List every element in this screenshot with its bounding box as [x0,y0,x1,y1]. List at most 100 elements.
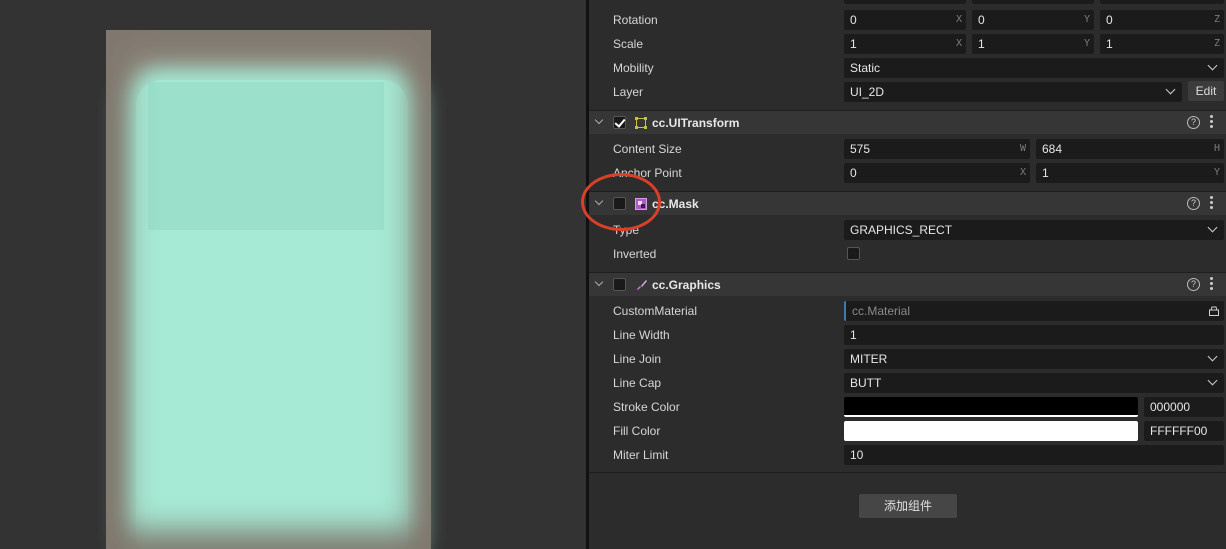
preview-vignette [106,30,431,549]
axis-y-label: Y [1083,14,1090,25]
graphics-enabled-checkbox[interactable] [613,278,626,291]
line-cap-value: BUTT [850,376,882,390]
line-join-row: Line Join MITER [589,347,1226,371]
help-icon[interactable]: ? [1187,278,1200,291]
line-cap-select[interactable]: BUTT [844,373,1224,393]
more-options-icon[interactable] [1210,277,1213,291]
line-width-row: Line Width 1 [589,323,1226,347]
rotation-z-value: 0 [1106,13,1113,27]
anchor-x-value: 0 [850,166,857,180]
rotation-x-field[interactable]: 0 X [844,10,966,30]
axis-w-label: W [1019,143,1026,154]
help-icon[interactable]: ? [1187,116,1200,129]
graphics-header[interactable]: cc.Graphics ? [589,272,1226,296]
inverted-label: Inverted [613,247,657,261]
rotation-y-value: 0 [978,13,985,27]
fill-color-swatch[interactable] [844,421,1138,441]
stroke-color-hex-field[interactable]: 000000 [1144,397,1224,417]
graphics-title: cc.Graphics [652,278,721,292]
axis-y-label: Y [1213,167,1220,178]
mobility-label: Mobility [613,61,654,75]
content-size-w-value: 575 [850,142,871,156]
mask-type-row: Type GRAPHICS_RECT [589,218,1226,242]
rotation-row: Rotation 0 X 0 Y 0 Z [589,8,1226,32]
position-row [589,0,1226,6]
fill-color-label: Fill Color [613,424,661,438]
miter-limit-field[interactable]: 10 [844,445,1224,465]
scale-label: Scale [613,37,644,51]
stroke-color-row: Stroke Color 000000 [589,395,1226,419]
layer-edit-button[interactable]: Edit [1188,81,1224,101]
line-join-label: Line Join [613,352,662,366]
more-options-icon[interactable] [1210,196,1213,210]
scene-viewport[interactable] [0,0,586,549]
axis-z-label: Z [1213,38,1220,49]
inverted-row: Inverted [589,242,1226,266]
line-join-select[interactable]: MITER [844,349,1224,369]
layer-select[interactable]: UI_2D [844,82,1182,102]
chevron-down-icon[interactable] [594,115,604,125]
rotation-y-field[interactable]: 0 Y [972,10,1094,30]
anchor-y-value: 1 [1042,166,1049,180]
layer-value: UI_2D [850,85,885,99]
custom-material-field[interactable]: cc.Material [844,301,1224,321]
stroke-color-hex-value: 000000 [1150,400,1191,414]
scale-y-field[interactable]: 1 Y [972,34,1094,54]
line-width-label: Line Width [613,328,670,342]
scale-x-value: 1 [850,37,857,51]
miter-limit-value: 10 [850,448,864,462]
inverted-checkbox[interactable] [847,247,860,260]
help-icon[interactable]: ? [1187,197,1200,210]
mask-type-value: GRAPHICS_RECT [850,223,953,237]
line-width-field[interactable]: 1 [844,325,1224,345]
content-size-h-field[interactable]: 684 H [1036,139,1224,159]
scale-y-value: 1 [978,37,985,51]
content-size-w-field[interactable]: 575 W [844,139,1030,159]
inspector-panel: Rotation 0 X 0 Y 0 Z Scale 1 X 1 Y 1 Z M [589,0,1226,549]
asset-picker-icon[interactable] [1209,306,1219,316]
chevron-down-icon[interactable] [594,277,604,287]
section-divider [589,472,1226,473]
anchor-y-field[interactable]: 1 Y [1036,163,1224,183]
position-x-field[interactable] [844,0,966,4]
line-cap-label: Line Cap [613,376,662,390]
line-cap-row: Line Cap BUTT [589,371,1226,395]
axis-h-label: H [1213,143,1220,154]
line-join-value: MITER [850,352,888,366]
line-width-value: 1 [850,328,857,342]
axis-x-label: X [1019,167,1026,178]
chevron-down-icon [1207,60,1218,71]
axis-x-label: X [955,14,962,25]
more-options-icon[interactable] [1210,115,1213,129]
miter-limit-row: Miter Limit 10 [589,443,1226,467]
uitransform-header[interactable]: cc.UITransform ? [589,110,1226,134]
anchor-x-field[interactable]: 0 X [844,163,1030,183]
content-size-label: Content Size [613,142,682,156]
uitransform-enabled-checkbox[interactable] [613,116,626,129]
mobility-value: Static [850,61,881,75]
anchor-point-row: Anchor Point 0 X 1 Y [589,161,1226,185]
position-z-field[interactable] [1100,0,1224,4]
stroke-color-label: Stroke Color [613,400,680,414]
mask-header[interactable]: cc.Mask ? [589,191,1226,215]
scale-z-value: 1 [1106,37,1113,51]
fill-color-hex-field[interactable]: FFFFFF00 [1144,421,1224,441]
axis-z-label: Z [1213,14,1220,25]
scale-z-field[interactable]: 1 Z [1100,34,1224,54]
rotation-z-field[interactable]: 0 Z [1100,10,1224,30]
axis-y-label: Y [1083,38,1090,49]
custom-material-placeholder: cc.Material [852,304,911,318]
mobility-select[interactable]: Static [844,58,1224,78]
mask-type-select[interactable]: GRAPHICS_RECT [844,220,1224,240]
axis-x-label: X [955,38,962,49]
brush-icon [637,280,647,290]
layer-row: Layer UI_2D [589,80,1226,104]
fill-color-hex-value: FFFFFF00 [1150,424,1208,438]
annotation-circle [581,173,661,231]
stroke-color-swatch[interactable] [844,397,1138,417]
position-y-field[interactable] [972,0,1094,4]
custom-material-label: CustomMaterial [613,304,698,318]
scale-x-field[interactable]: 1 X [844,34,966,54]
add-component-button[interactable]: 添加组件 [859,494,957,518]
fill-color-row: Fill Color FFFFFF00 [589,419,1226,443]
